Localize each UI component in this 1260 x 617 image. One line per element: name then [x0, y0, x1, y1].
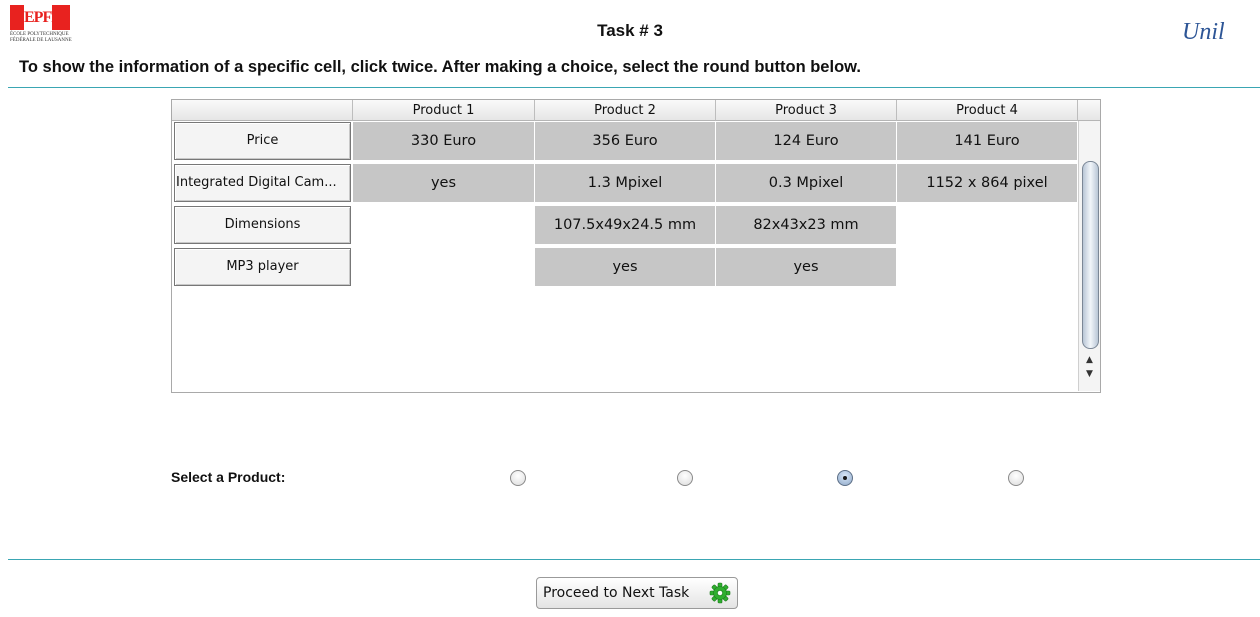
table-cell[interactable]: 124 Euro	[716, 122, 897, 160]
table-cell[interactable]	[897, 248, 1078, 286]
divider-top	[8, 87, 1260, 88]
scrollbar-thumb[interactable]	[1082, 161, 1099, 349]
column-header-product-2[interactable]: Product 2	[535, 100, 716, 121]
select-product-label: Select a Product:	[171, 469, 286, 485]
table-cell[interactable]: 107.5x49x24.5 mm	[535, 206, 716, 244]
arrow-down-icon[interactable]: ▼	[1079, 368, 1100, 380]
divider-bottom	[8, 559, 1260, 560]
table-cell[interactable]: 82x43x23 mm	[716, 206, 897, 244]
table-cell[interactable]: 0.3 Mpixel	[716, 164, 897, 202]
table-corner-header	[172, 100, 353, 121]
table-cell[interactable]: 356 Euro	[535, 122, 716, 160]
table-cell[interactable]: 1.3 Mpixel	[535, 164, 716, 202]
radio-product-3[interactable]	[837, 470, 853, 486]
table-cell[interactable]: yes	[353, 164, 535, 202]
row-header-mp3-player[interactable]: MP3 player	[174, 248, 351, 286]
radio-product-2[interactable]	[677, 470, 693, 486]
table-vertical-scrollbar[interactable]: ▲ ▼	[1078, 121, 1100, 391]
table-header-filler	[1078, 100, 1100, 121]
table-cell[interactable]: 330 Euro	[353, 122, 535, 160]
radio-product-4[interactable]	[1008, 470, 1024, 486]
proceed-next-task-button[interactable]: Proceed to Next Task	[536, 577, 738, 609]
radio-product-1[interactable]	[510, 470, 526, 486]
product-table: Product 1 Product 2 Product 3 Product 4 …	[171, 99, 1101, 393]
instructions-text: To show the information of a specific ce…	[19, 58, 861, 76]
table-cell[interactable]: 141 Euro	[897, 122, 1078, 160]
column-header-product-4[interactable]: Product 4	[897, 100, 1078, 121]
row-header-integrated-digital-camera[interactable]: Integrated Digital Cam...	[174, 164, 351, 202]
row-header-price[interactable]: Price	[174, 122, 351, 160]
arrow-up-icon[interactable]: ▲	[1079, 354, 1100, 366]
column-header-product-3[interactable]: Product 3	[716, 100, 897, 121]
column-header-product-1[interactable]: Product 1	[353, 100, 535, 121]
table-cell[interactable]: 1152 x 864 pixel	[897, 164, 1078, 202]
page-title: Task # 3	[597, 21, 663, 40]
table-cell[interactable]	[353, 248, 535, 286]
unil-logo-word: Unil	[1182, 19, 1225, 45]
table-cell[interactable]	[353, 206, 535, 244]
unil-logo: Unil	[1182, 18, 1252, 46]
table-cell[interactable]: yes	[535, 248, 716, 286]
proceed-next-task-label: Proceed to Next Task	[543, 585, 690, 601]
table-cell[interactable]: yes	[716, 248, 897, 286]
gear-icon	[709, 582, 731, 604]
table-cell[interactable]	[897, 206, 1078, 244]
row-header-dimensions[interactable]: Dimensions	[174, 206, 351, 244]
